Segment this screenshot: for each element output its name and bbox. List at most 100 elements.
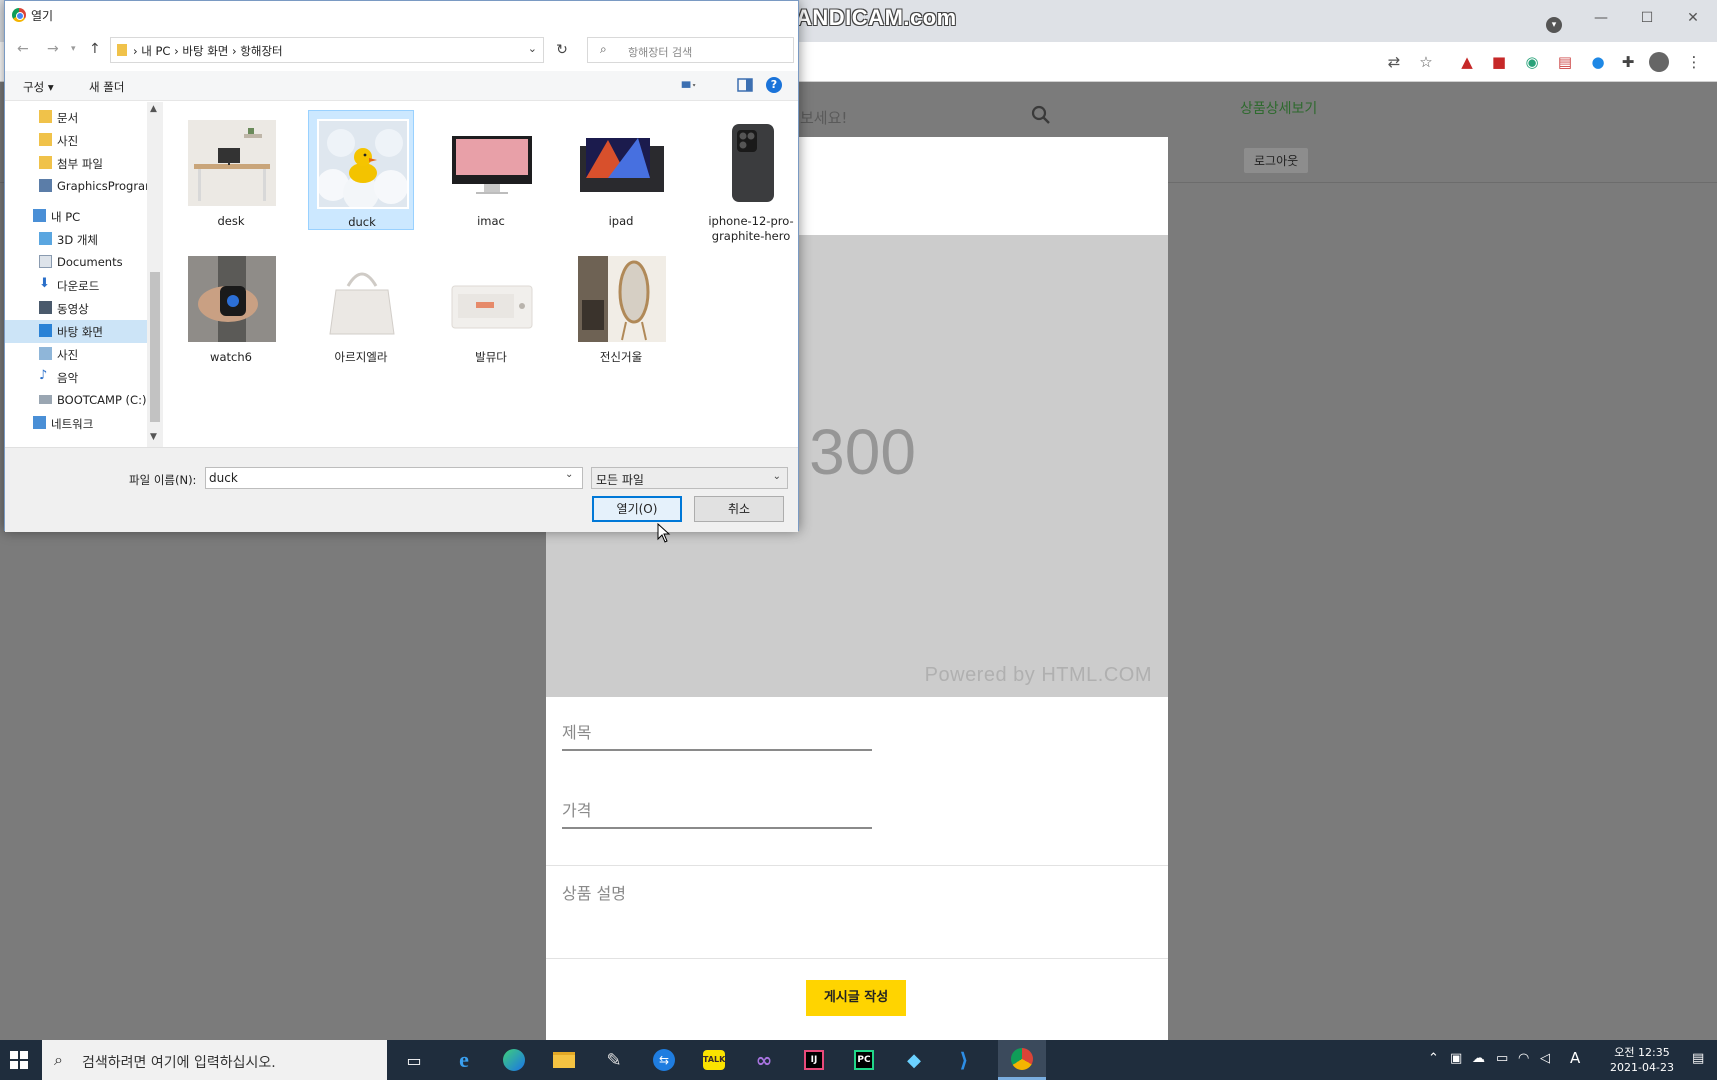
sourcetree-icon[interactable]: ◆ [890, 1040, 938, 1080]
nav-item-bootcamp-drive[interactable]: BOOTCAMP (C:) [5, 389, 147, 412]
ime-indicator[interactable]: A [1570, 1049, 1580, 1067]
clock-date[interactable]: 2021-04-23 [1602, 1061, 1682, 1074]
visual-studio-icon[interactable]: ∞ [740, 1040, 788, 1080]
up-arrow-icon[interactable]: ↑ [89, 41, 101, 57]
internet-explorer-icon[interactable]: e [440, 1040, 488, 1080]
forward-arrow-icon[interactable]: → [47, 41, 59, 57]
extensions-puzzle-icon[interactable]: ✚ [1616, 50, 1640, 74]
extension-color-icon[interactable]: ● [1586, 50, 1610, 74]
refresh-icon[interactable]: ↻ [548, 37, 576, 63]
organize-menu-button[interactable]: 구성 ▾ [23, 79, 54, 95]
bookmark-star-icon[interactable]: ☆ [1414, 50, 1438, 74]
kakaotalk-icon[interactable]: TALK [690, 1040, 738, 1080]
file-item-desk[interactable]: desk [178, 110, 284, 230]
nav-item-videos[interactable]: 동영상 [5, 297, 147, 320]
file-explorer-icon[interactable] [540, 1040, 588, 1080]
teamviewer-icon[interactable]: ⇆ [640, 1040, 688, 1080]
maximize-button[interactable]: ☐ [1624, 4, 1670, 32]
extension-face-icon[interactable]: ◉ [1520, 50, 1544, 74]
address-history-chevron-icon[interactable]: ⌄ [528, 42, 537, 55]
description-textarea[interactable]: 상품 설명 [546, 865, 1168, 959]
breadcrumb-current-folder[interactable]: 항해장터 [240, 44, 282, 58]
taskbar-search-placeholder: 검색하려면 여기에 입력하십시오. [82, 1055, 276, 1071]
vscode-icon[interactable]: ⟩ [940, 1040, 988, 1080]
avatar[interactable] [1647, 50, 1671, 74]
volume-icon[interactable]: ◁ [1540, 1051, 1550, 1066]
view-options-icon[interactable] [681, 78, 697, 92]
chrome-taskbar-icon[interactable] [998, 1040, 1046, 1080]
address-bar[interactable]: › 내 PC › 바탕 화면 › 항해장터 ⌄ [110, 37, 544, 63]
edge-icon[interactable] [490, 1040, 538, 1080]
paint-icon[interactable]: ✎ [590, 1040, 638, 1080]
nav-item-music[interactable]: ♪ 음악 [5, 366, 147, 389]
search-icon[interactable] [1030, 104, 1052, 126]
nav-product-detail-link[interactable]: 상품상세보기 [1240, 98, 1317, 118]
nav-item-3d-objects[interactable]: 3D 개체 [5, 228, 147, 251]
open-button[interactable]: 열기(O) [592, 496, 682, 522]
file-item-duck[interactable]: duck [308, 110, 414, 230]
extension-calendar-icon[interactable]: ▤ [1553, 50, 1577, 74]
title-input[interactable]: 제목 [562, 711, 872, 751]
nav-item-network[interactable]: 네트워크 [5, 412, 147, 435]
nav-item-attachments-folder[interactable]: 첨부 파일 [5, 152, 147, 175]
meet-now-icon[interactable]: ▣ [1450, 1051, 1462, 1066]
breadcrumb-desktop[interactable]: 바탕 화면 [182, 44, 228, 58]
submit-post-button[interactable]: 게시글 작성 [806, 980, 906, 1016]
battery-icon[interactable]: ▭ [1496, 1051, 1508, 1066]
filename-chevron-down-icon[interactable]: ⌄ [565, 469, 573, 480]
logout-button[interactable]: 로그아웃 [1244, 148, 1309, 173]
nav-item-downloads[interactable]: ⬇ 다운로드 [5, 274, 147, 297]
file-item-toaster[interactable]: 발뮤다 [438, 246, 544, 366]
filename-input[interactable]: duck [205, 467, 583, 489]
site-search-input[interactable]: 보세요! [790, 96, 1062, 136]
intellij-icon[interactable]: IJ [790, 1040, 838, 1080]
file-item-ipad[interactable]: ipad [568, 110, 674, 230]
file-item-mirror[interactable]: 전신거울 [568, 246, 674, 366]
scroll-up-icon[interactable]: ▲ [150, 104, 157, 114]
translate-icon[interactable]: ⇄ [1382, 50, 1406, 74]
tab-search-icon[interactable]: ▾ [1546, 17, 1562, 33]
scrollbar-thumb[interactable] [150, 272, 160, 422]
price-input[interactable]: 가격 [562, 789, 872, 829]
recent-dropdown-icon[interactable]: ▾ [71, 44, 76, 54]
mouse-cursor-icon [657, 523, 671, 543]
file-name: duck [348, 215, 376, 229]
taskbar-search-input[interactable]: ⌕ 검색하려면 여기에 입력하십시오. [42, 1040, 387, 1080]
file-item-imac[interactable]: imac [438, 110, 544, 230]
cancel-button[interactable]: 취소 [694, 496, 784, 522]
wifi-icon[interactable]: ◠ [1518, 1051, 1529, 1066]
filetype-select[interactable]: 모든 파일 ⌄ [591, 467, 788, 489]
onedrive-cloud-icon[interactable]: ☁ [1472, 1051, 1485, 1066]
nav-item-documents-folder[interactable]: 문서 [5, 106, 147, 129]
filetype-value: 모든 파일 [596, 473, 644, 487]
windows-start-icon[interactable] [0, 1040, 40, 1080]
navigation-scrollbar[interactable]: ▲ ▼ [147, 102, 163, 447]
file-item-bag[interactable]: 아르지엘라 [308, 246, 414, 366]
pycharm-icon[interactable]: PC [840, 1040, 888, 1080]
help-icon[interactable]: ? [766, 77, 782, 93]
menu-kebab-icon[interactable]: ⋮ [1682, 50, 1706, 74]
minimize-button[interactable]: — [1578, 4, 1624, 32]
nav-item-desktop[interactable]: 바탕 화면 [5, 320, 147, 343]
nav-item-pictures[interactable]: 사진 [5, 343, 147, 366]
breadcrumb-my-pc[interactable]: 내 PC [141, 44, 170, 58]
task-view-icon[interactable]: ▭ [390, 1040, 438, 1080]
file-item-watch6[interactable]: watch6 [178, 246, 284, 366]
nav-item-my-pc[interactable]: 내 PC [5, 205, 147, 228]
pdf-extension-icon[interactable]: ▲ [1455, 50, 1479, 74]
preview-pane-icon[interactable] [737, 78, 753, 92]
scroll-down-icon[interactable]: ▼ [150, 432, 157, 442]
nav-item-photos-folder[interactable]: 사진 [5, 129, 147, 152]
nav-item-documents[interactable]: Documents [5, 251, 147, 274]
file-item-iphone-12-pro[interactable]: iphone-12-pro-graphite-hero [698, 110, 804, 243]
search-icon: ⌕ [54, 1050, 63, 1069]
extension-red-icon[interactable]: ■ [1487, 50, 1511, 74]
new-folder-button[interactable]: 새 폴더 [89, 79, 124, 95]
nav-item-graphicsprogram[interactable]: GraphicsProgram [5, 175, 147, 198]
notification-center-icon[interactable]: ▤ [1692, 1051, 1704, 1066]
back-arrow-icon[interactable]: ← [17, 41, 29, 57]
close-button[interactable]: ✕ [1670, 4, 1716, 32]
show-hidden-icons-chevron-icon[interactable]: ⌃ [1428, 1051, 1439, 1066]
folder-search-input[interactable]: ⌕ 항해장터 검색 [587, 37, 794, 63]
clock-time[interactable]: 오전 12:35 [1602, 1044, 1682, 1060]
